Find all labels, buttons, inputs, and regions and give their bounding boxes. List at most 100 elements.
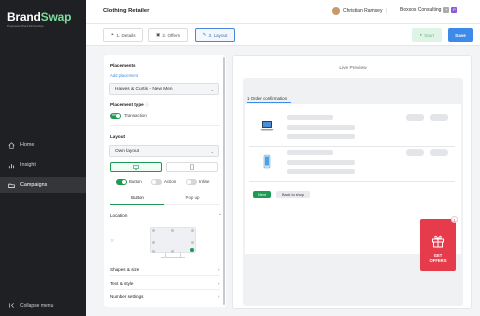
- skeleton-line: [287, 150, 333, 155]
- button-toggle[interactable]: [116, 179, 127, 185]
- get-offers-widget[interactable]: 1 GET OFFERS: [420, 216, 458, 271]
- panel-scrollbar[interactable]: [223, 57, 225, 305]
- tab-details[interactable]: ⚭ 1. Details: [103, 28, 143, 42]
- inline-toggle[interactable]: [186, 179, 197, 185]
- chart-icon: [8, 162, 15, 169]
- brand-logo[interactable]: BrandSwap Progressive Brand Partnerships: [7, 10, 71, 28]
- sidebar-item-campaigns[interactable]: Campaigns: [0, 177, 86, 193]
- avatar: [332, 7, 340, 15]
- phone-image: [259, 154, 275, 170]
- add-placement-link[interactable]: Add placement: [110, 73, 138, 78]
- org-badge-p[interactable]: P: [451, 7, 458, 13]
- tab-offers[interactable]: ▣ 2. Offers: [148, 28, 188, 42]
- divider: [110, 275, 220, 276]
- settings-panel: Placements Add placement Hawes & Curtis …: [104, 55, 226, 307]
- offer-count-badge[interactable]: 1: [451, 216, 458, 223]
- location-label: Location: [110, 213, 128, 218]
- location-mid-right[interactable]: [191, 241, 194, 244]
- skeleton-pill: [406, 149, 424, 156]
- row-separator: [249, 146, 455, 147]
- user-name: Christian Ramsey: [343, 8, 383, 14]
- location-bottom-left[interactable]: [152, 250, 155, 253]
- folder-icon: [8, 182, 15, 189]
- home-icon: [8, 141, 15, 149]
- mobile-icon: [190, 164, 194, 170]
- user-menu[interactable]: Christian Ramsey |: [332, 7, 387, 15]
- inline-option-label: Inline: [199, 179, 210, 184]
- step-bar: ⚭ 1. Details ▣ 2. Offers ✎ 3. Layout ▸ S…: [86, 24, 480, 46]
- separator: |: [385, 8, 387, 14]
- chevron-right-icon: ›: [218, 294, 220, 299]
- sidebar-item-home[interactable]: Home: [0, 137, 86, 153]
- sidebar-item-label: Home: [20, 142, 35, 148]
- desktop-view-button[interactable]: [110, 162, 162, 172]
- location-top-left[interactable]: [152, 229, 155, 232]
- toggle-knob: [151, 179, 156, 184]
- action-toggle[interactable]: [151, 179, 162, 185]
- play-icon: ▸: [419, 32, 423, 37]
- link-icon: ⚭: [110, 32, 115, 37]
- save-button[interactable]: Save: [448, 28, 473, 42]
- step-label: 1. Details: [116, 32, 136, 38]
- location-top-center[interactable]: [171, 229, 174, 232]
- text-style-section[interactable]: Text & style ›: [110, 281, 220, 286]
- section-label: Text & style: [110, 281, 134, 286]
- tab-popup[interactable]: Pop up: [165, 195, 220, 200]
- brand-tagline: Progressive Brand Partnerships: [7, 25, 44, 28]
- skeleton-line: [287, 160, 355, 165]
- preview-tab-underline: [247, 102, 291, 103]
- brand-name-a: Brand: [7, 10, 41, 24]
- row-separator: [249, 181, 455, 182]
- skeleton-pill: [406, 114, 424, 121]
- gift-icon: [432, 235, 444, 248]
- placement-type-value: Transaction: [124, 113, 147, 118]
- layout-select[interactable]: Own layout ⌄: [109, 145, 219, 157]
- live-preview: Live Preview 1 Order confirmation Next B…: [232, 55, 472, 309]
- sidebar-item-label: Campaigns: [20, 182, 48, 188]
- shapes-size-section[interactable]: Shapes & size ›: [110, 267, 220, 272]
- skeleton-pill: [430, 149, 448, 156]
- toggle-knob: [116, 113, 121, 118]
- skeleton-pill: [430, 114, 448, 121]
- org-badge-plus[interactable]: +: [443, 7, 450, 13]
- mobile-view-button[interactable]: [166, 162, 218, 172]
- info-icon: ⓘ: [144, 102, 149, 107]
- collapse-icon: [8, 302, 15, 309]
- location-top-right[interactable]: [191, 229, 194, 232]
- divider: [110, 125, 220, 126]
- location-section[interactable]: Location ⌃: [110, 213, 222, 218]
- placement-type-label: Placement type ⓘ: [110, 102, 149, 108]
- preview-tab[interactable]: 1 Order confirmation: [247, 96, 287, 101]
- back-to-shop-button[interactable]: Back to shop: [276, 191, 310, 198]
- location-bottom-right[interactable]: [190, 248, 194, 252]
- sidebar-item-label: Insight: [20, 162, 36, 168]
- toggle-knob: [186, 179, 191, 184]
- org-switcher[interactable]: Boxsos Consulting + P: [400, 7, 458, 13]
- skeleton-line: [287, 115, 333, 120]
- org-name: Boxsos Consulting: [400, 7, 442, 13]
- placement-type-toggle[interactable]: Yes: [110, 113, 121, 119]
- section-label: Number settings: [110, 294, 144, 299]
- placement-type-text: Placement type: [110, 102, 144, 107]
- pencil-icon: ✎: [202, 32, 207, 37]
- gift-line2: OFFERS: [429, 258, 447, 264]
- collapse-menu-button[interactable]: Collapse menu: [8, 302, 53, 309]
- chevron-right-icon: ›: [218, 267, 220, 272]
- tab-button[interactable]: Button: [110, 195, 165, 200]
- number-settings-section[interactable]: Number settings ›: [110, 294, 220, 299]
- layout-value: Own layout: [115, 148, 139, 154]
- location-mid-left[interactable]: [152, 241, 155, 244]
- chevron-down-icon: ⌄: [210, 87, 214, 92]
- step-label: 2. Offers: [162, 32, 180, 38]
- gift-icon: ▣: [156, 32, 161, 37]
- button-option-label: Button: [129, 179, 142, 184]
- page-title: Clothing Retailer: [103, 8, 150, 14]
- tab-layout[interactable]: ✎ 3. Layout: [195, 28, 235, 42]
- preview-title: Live Preview: [339, 66, 367, 71]
- chevron-right-icon: ›: [218, 281, 220, 286]
- placement-select[interactable]: Hawes & Curtis - New Men ⌄: [109, 83, 219, 95]
- chevron-up-icon: ⌃: [218, 213, 222, 218]
- next-button[interactable]: Next: [253, 191, 271, 198]
- sidebar-item-insight[interactable]: Insight: [0, 157, 86, 173]
- start-button[interactable]: ▸ Start: [412, 28, 442, 42]
